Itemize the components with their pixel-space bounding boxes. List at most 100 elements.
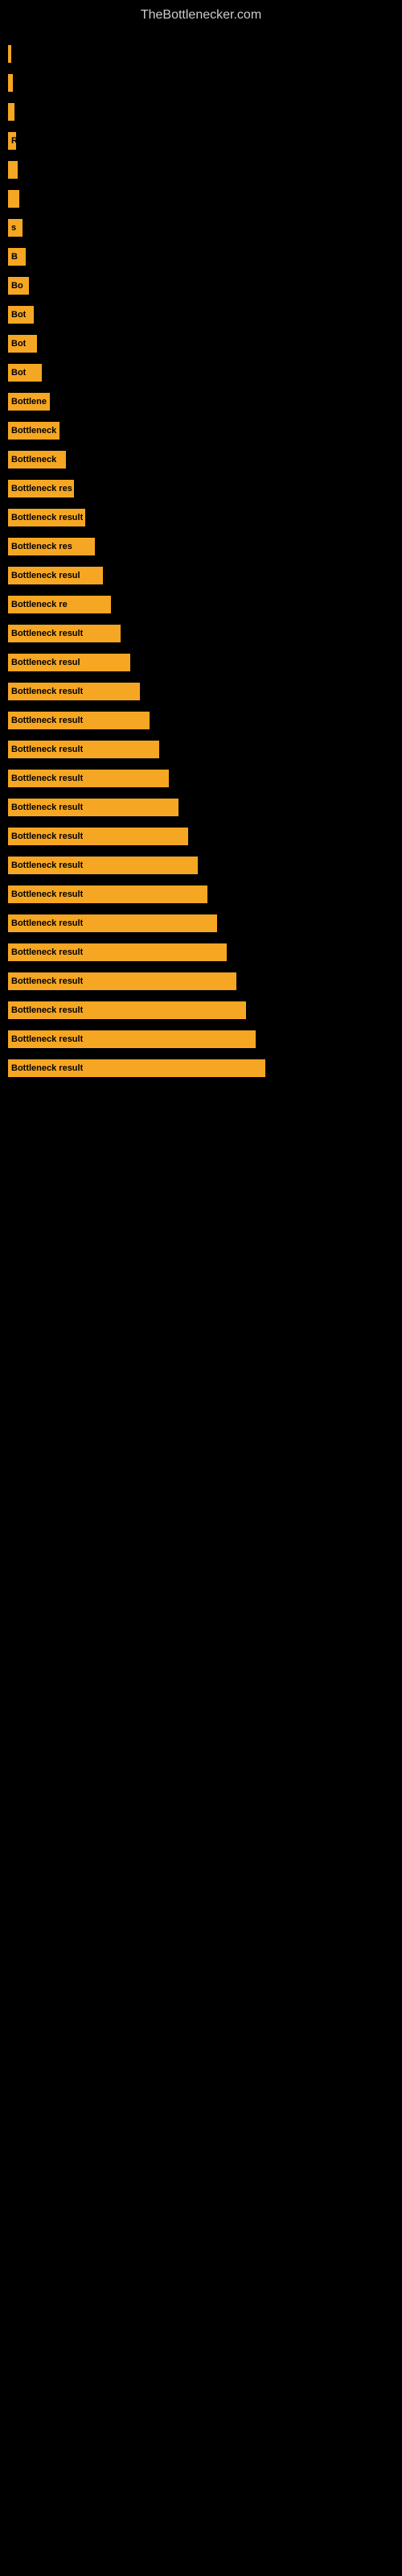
bar-label: Bottleneck result	[11, 919, 83, 928]
bar: Bottleneck result	[8, 857, 198, 874]
bar: Bot	[8, 364, 42, 382]
bar-label: Bottleneck resul	[11, 571, 80, 580]
bar-label: Bottleneck result	[11, 947, 83, 957]
bar: Bottleneck result	[8, 886, 207, 903]
bar	[8, 161, 18, 179]
bar-row: Bottleneck result	[8, 709, 394, 732]
bar-label: Bottleneck result	[11, 629, 83, 638]
bar: Bot	[8, 335, 37, 353]
bar-row: R	[8, 130, 394, 152]
bar-row: Bottleneck result	[8, 825, 394, 848]
bar-row: Bottleneck result	[8, 622, 394, 645]
bar-row: Bottleneck re	[8, 593, 394, 616]
bar: Bottleneck result	[8, 972, 236, 990]
bar-row	[8, 72, 394, 94]
bar-label: Bottleneck re	[11, 600, 68, 609]
bar-label: Bottleneck res	[11, 484, 72, 493]
bar-row	[8, 101, 394, 123]
bar-label: Bottleneck	[11, 455, 56, 464]
bar: Bottleneck res	[8, 480, 74, 497]
bar-row: s	[8, 217, 394, 239]
bar: Bottleneck result	[8, 828, 188, 845]
bar-row: Bo	[8, 275, 394, 297]
bar-row	[8, 43, 394, 65]
bar-label: Bottleneck result	[11, 861, 83, 870]
bar: Bo	[8, 277, 29, 295]
bar	[8, 190, 19, 208]
bar-label: Bottleneck result	[11, 976, 83, 986]
bar-row: Bottleneck result	[8, 883, 394, 906]
bar-row	[8, 188, 394, 210]
bar: Bottleneck result	[8, 683, 140, 700]
bar-label: R	[11, 136, 16, 146]
bar-row: Bottleneck res	[8, 535, 394, 558]
bar	[8, 74, 13, 92]
bar-label: Bottleneck result	[11, 832, 83, 841]
bar-row: Bottleneck result	[8, 506, 394, 529]
bar: B	[8, 248, 26, 266]
bar-label: Bottleneck result	[11, 745, 83, 754]
bar: Bottleneck result	[8, 799, 178, 816]
bar-label: Bottleneck result	[11, 1063, 83, 1073]
bar-row	[8, 159, 394, 181]
bar: Bottleneck result	[8, 914, 217, 932]
bar: Bottleneck re	[8, 422, 59, 440]
bar: Bottleneck resul	[8, 567, 103, 584]
bar-label: Bottleneck result	[11, 513, 83, 522]
bar-row: Bottleneck resul	[8, 564, 394, 587]
bar-label: Bot	[11, 368, 26, 378]
bar-row: Bot	[8, 361, 394, 384]
bar: Bottleneck result	[8, 1059, 265, 1077]
bar-row: Bottleneck resul	[8, 651, 394, 674]
bar-row: Bottleneck result	[8, 970, 394, 993]
bar-label: B	[11, 252, 18, 262]
bar-label: Bottleneck re	[11, 426, 59, 436]
bar: Bottleneck result	[8, 741, 159, 758]
bar: s	[8, 219, 23, 237]
bar-label: Bottleneck resul	[11, 658, 80, 667]
bar-row: Bottleneck re	[8, 419, 394, 442]
bar: Bottlene	[8, 393, 50, 411]
bar-label: Bottleneck result	[11, 803, 83, 812]
bar-label: Bottleneck result	[11, 716, 83, 725]
bar-row: Bot	[8, 332, 394, 355]
bar: R	[8, 132, 16, 150]
bar-label: s	[11, 223, 16, 233]
bar-row: Bottleneck res	[8, 477, 394, 500]
bar-row: Bottleneck result	[8, 1028, 394, 1051]
bar-label: Bottleneck result	[11, 1005, 83, 1015]
bar-row: Bottleneck	[8, 448, 394, 471]
bar: Bot	[8, 306, 34, 324]
bar-label: Bottleneck result	[11, 774, 83, 783]
bar: Bottleneck res	[8, 538, 95, 555]
bar	[8, 45, 11, 63]
bars-container: Rs B Bo Bot Bot Bot Bottlene Bottleneck re Bottl…	[0, 27, 402, 1094]
site-title: TheBottlenecker.com	[0, 0, 402, 27]
bar: Bottleneck	[8, 451, 66, 469]
bar: Bottleneck result	[8, 770, 169, 787]
bar-row: Bottleneck result	[8, 680, 394, 703]
bar-row: B	[8, 246, 394, 268]
bar-row: Bottlene	[8, 390, 394, 413]
bar-row: Bottleneck result	[8, 738, 394, 761]
bar	[8, 103, 14, 121]
bar-label: Bo	[11, 281, 23, 291]
bar: Bottleneck result	[8, 1030, 256, 1048]
bar: Bottleneck result	[8, 1001, 246, 1019]
bar-label: Bot	[11, 339, 26, 349]
bar: Bottleneck re	[8, 596, 111, 613]
bar-label: Bottleneck res	[11, 542, 72, 551]
bar: Bottleneck result	[8, 625, 121, 642]
bar-row: Bot	[8, 303, 394, 326]
bar-label: Bottleneck result	[11, 890, 83, 899]
bar: Bottleneck resul	[8, 654, 130, 671]
bar-row: Bottleneck result	[8, 999, 394, 1022]
bar-row: Bottleneck result	[8, 767, 394, 790]
bar-row: Bottleneck result	[8, 854, 394, 877]
bar: Bottleneck result	[8, 712, 150, 729]
bar: Bottleneck result	[8, 509, 85, 526]
bar: Bottleneck result	[8, 943, 227, 961]
bar-row: Bottleneck result	[8, 796, 394, 819]
bar-row: Bottleneck result	[8, 912, 394, 935]
bar-label: Bottlene	[11, 397, 47, 407]
